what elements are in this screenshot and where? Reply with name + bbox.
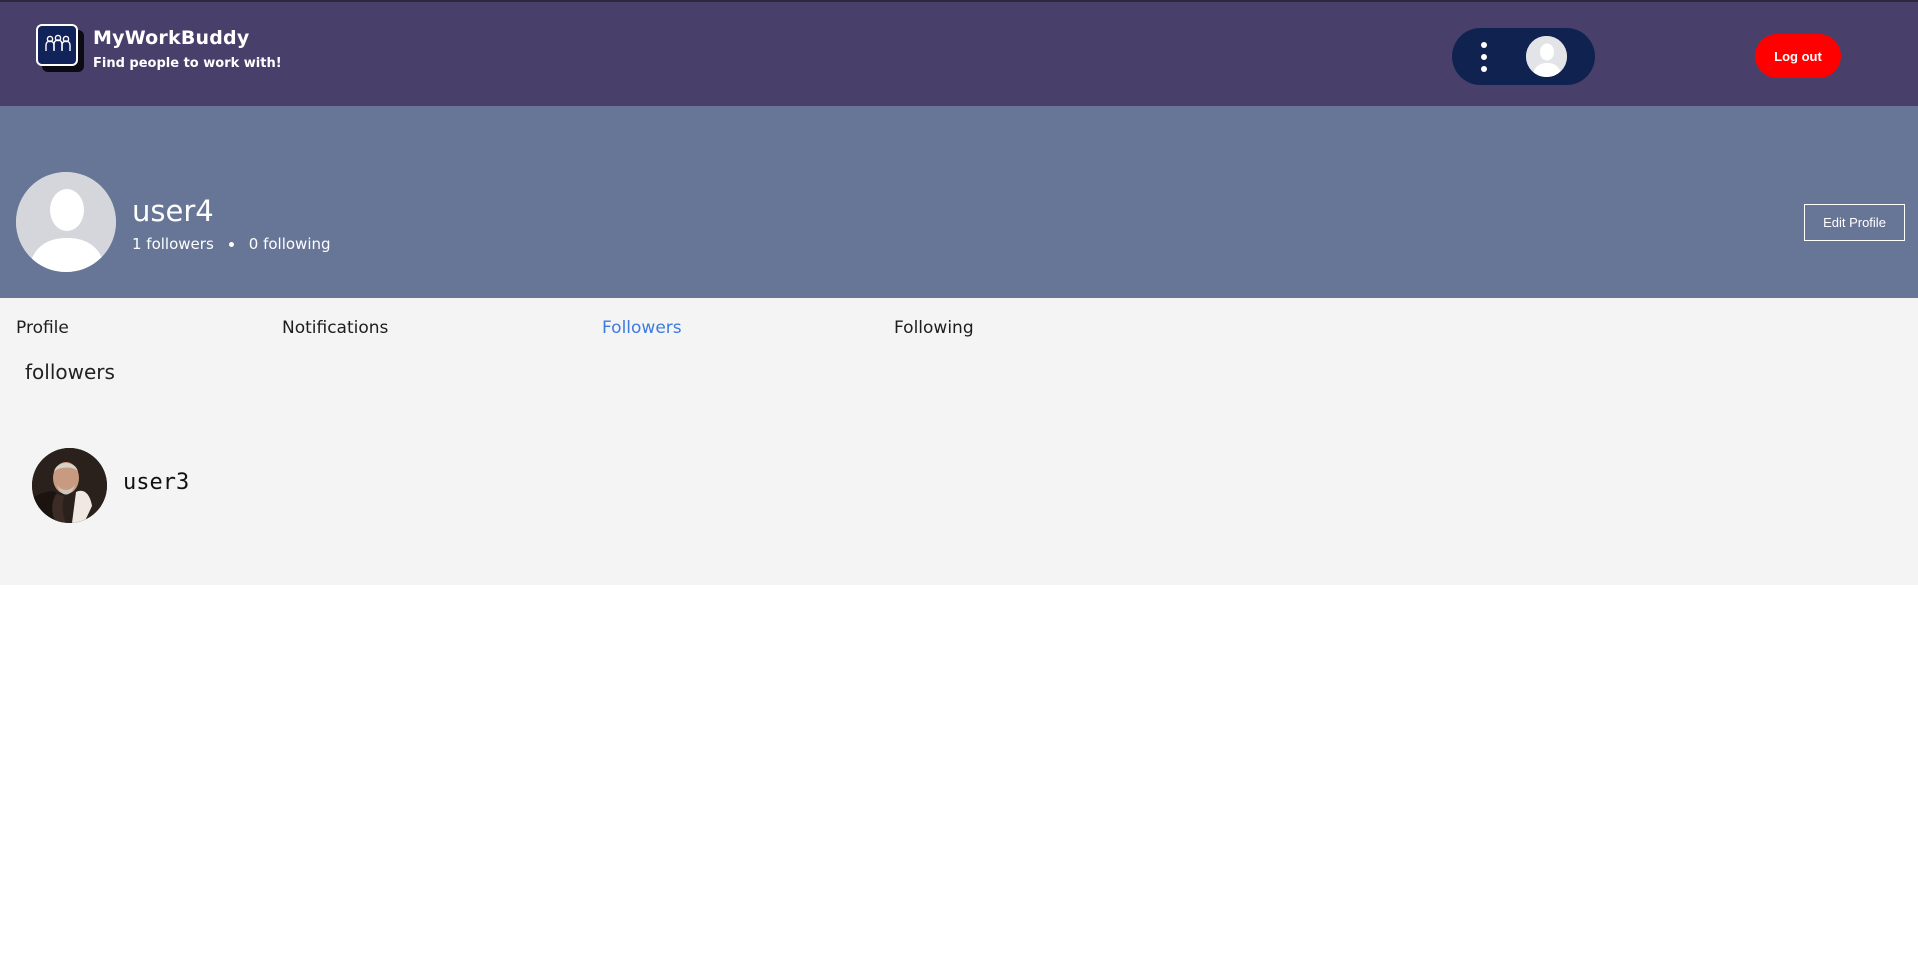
followers-count[interactable]: 1 followers (132, 235, 214, 253)
app-logo-icon (36, 24, 78, 66)
follower-username[interactable]: user3 (123, 470, 189, 495)
tab-followers[interactable]: Followers (602, 318, 682, 338)
follower-list-item[interactable]: user3 (32, 448, 432, 524)
section-title: followers (25, 360, 115, 384)
separator-dot (228, 241, 234, 247)
follower-avatar[interactable] (32, 448, 107, 523)
user-avatar[interactable] (1526, 36, 1567, 77)
tab-following[interactable]: Following (894, 318, 974, 338)
profile-username: user4 (132, 194, 214, 228)
top-navbar: MyWorkBuddy Find people to work with! Lo… (0, 0, 1918, 106)
edit-profile-button[interactable]: Edit Profile (1804, 204, 1905, 241)
kebab-menu-icon[interactable] (1478, 39, 1490, 75)
logout-button[interactable]: Log out (1755, 34, 1841, 78)
brand-title: MyWorkBuddy (93, 27, 250, 49)
tab-notifications[interactable]: Notifications (282, 318, 388, 338)
profile-avatar (16, 172, 116, 272)
user-menu (1452, 28, 1595, 85)
following-count[interactable]: 0 following (249, 235, 331, 253)
profile-banner: user4 1 followers 0 following Edit Profi… (0, 106, 1918, 298)
brand-tagline: Find people to work with! (93, 56, 282, 71)
profile-content: Profile Notifications Followers Followin… (0, 298, 1918, 585)
follow-stats: 1 followers 0 following (132, 235, 331, 253)
tab-profile[interactable]: Profile (16, 318, 69, 338)
brand[interactable]: MyWorkBuddy Find people to work with! (36, 24, 366, 80)
